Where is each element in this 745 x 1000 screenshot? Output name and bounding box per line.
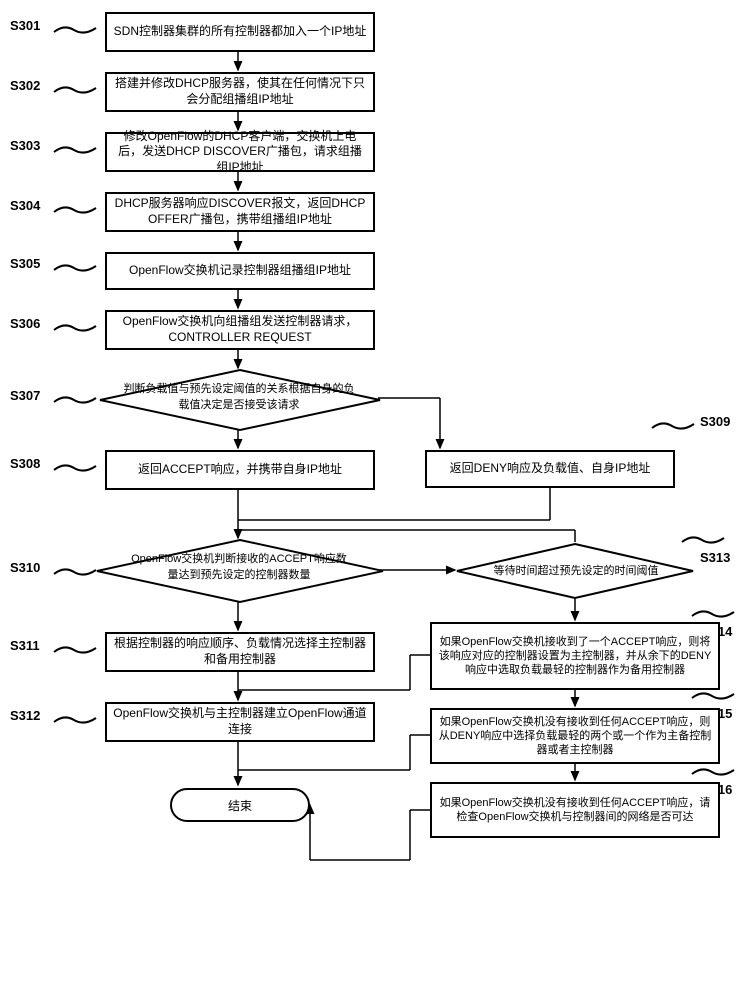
squiggle-s316 xyxy=(690,764,738,778)
step-s305: OpenFlow交换机记录控制器组播组IP地址 xyxy=(105,252,375,290)
squiggle-s314 xyxy=(690,606,738,620)
squiggle-s305 xyxy=(52,260,100,274)
step-s302: 搭建并修改DHCP服务器，使其在任何情况下只会分配组播组IP地址 xyxy=(105,72,375,112)
diamond-s307-text: 判断负载值与预先设定阈值的关系根据自身的负载值决定是否接受该请求 xyxy=(120,380,358,412)
terminator-end: 结束 xyxy=(170,788,310,822)
step-s315-text: 如果OpenFlow交换机没有接收到任何ACCEPT响应，则从DENY响应中选择… xyxy=(438,715,712,758)
label-s302: S302 xyxy=(10,78,40,93)
step-s306: OpenFlow交换机向组播组发送控制器请求，CONTROLLER REQUES… xyxy=(105,310,375,350)
step-s303: 修改OpenFlow的DHCP客户端，交换机上电后，发送DHCP DISCOVE… xyxy=(105,132,375,172)
flowchart-container: S301 SDN控制器集群的所有控制器都加入一个IP地址 S302 搭建并修改D… xyxy=(10,10,735,990)
label-s310: S310 xyxy=(10,560,40,575)
step-s315: 如果OpenFlow交换机没有接收到任何ACCEPT响应，则从DENY响应中选择… xyxy=(430,708,720,764)
label-s309: S309 xyxy=(700,414,730,429)
squiggle-s315 xyxy=(690,688,738,702)
squiggle-s304 xyxy=(52,202,100,216)
step-s311-text: 根据控制器的响应顺序、负载情况选择主控制器和备用控制器 xyxy=(113,636,367,667)
end-text: 结束 xyxy=(228,797,252,814)
label-s303: S303 xyxy=(10,138,40,153)
step-s301-text: SDN控制器集群的所有控制器都加入一个IP地址 xyxy=(114,24,367,40)
label-s307: S307 xyxy=(10,388,40,403)
squiggle-s308 xyxy=(52,460,100,474)
label-s306: S306 xyxy=(10,316,40,331)
step-s301: SDN控制器集群的所有控制器都加入一个IP地址 xyxy=(105,12,375,52)
step-s303-text: 修改OpenFlow的DHCP客户端，交换机上电后，发送DHCP DISCOVE… xyxy=(113,129,367,176)
step-s309-text: 返回DENY响应及负载值、自身IP地址 xyxy=(450,461,651,477)
step-s308: 返回ACCEPT响应，并携带自身IP地址 xyxy=(105,450,375,490)
step-s304-text: DHCP服务器响应DISCOVER报文，返回DHCP OFFER广播包，携带组播… xyxy=(113,196,367,227)
label-s305: S305 xyxy=(10,256,40,271)
label-s313: S313 xyxy=(700,550,730,565)
squiggle-s307 xyxy=(52,392,100,406)
squiggle-s312 xyxy=(52,712,100,726)
step-s314-text: 如果OpenFlow交换机接收到了一个ACCEPT响应，则将该响应对应的控制器设… xyxy=(438,635,712,678)
label-s304: S304 xyxy=(10,198,40,213)
step-s309: 返回DENY响应及负载值、自身IP地址 xyxy=(425,450,675,488)
step-s306-text: OpenFlow交换机向组播组发送控制器请求，CONTROLLER REQUES… xyxy=(113,314,367,345)
label-s301: S301 xyxy=(10,18,40,33)
step-s314: 如果OpenFlow交换机接收到了一个ACCEPT响应，则将该响应对应的控制器设… xyxy=(430,622,720,690)
step-s305-text: OpenFlow交换机记录控制器组播组IP地址 xyxy=(129,263,351,279)
squiggle-s311 xyxy=(52,642,100,656)
squiggle-s309 xyxy=(650,418,698,432)
label-s308: S308 xyxy=(10,456,40,471)
squiggle-s301 xyxy=(52,22,100,36)
label-s311: S311 xyxy=(10,638,40,653)
step-s302-text: 搭建并修改DHCP服务器，使其在任何情况下只会分配组播组IP地址 xyxy=(113,76,367,107)
step-s316: 如果OpenFlow交换机没有接收到任何ACCEPT响应，请检查OpenFlow… xyxy=(430,782,720,838)
squiggle-s306 xyxy=(52,320,100,334)
step-s304: DHCP服务器响应DISCOVER报文，返回DHCP OFFER广播包，携带组播… xyxy=(105,192,375,232)
step-s311: 根据控制器的响应顺序、负载情况选择主控制器和备用控制器 xyxy=(105,632,375,672)
label-s312: S312 xyxy=(10,708,40,723)
step-s308-text: 返回ACCEPT响应，并携带自身IP地址 xyxy=(138,462,342,478)
step-s316-text: 如果OpenFlow交换机没有接收到任何ACCEPT响应，请检查OpenFlow… xyxy=(438,796,712,825)
step-s312: OpenFlow交换机与主控制器建立OpenFlow通道连接 xyxy=(105,702,375,742)
squiggle-s303 xyxy=(52,142,100,156)
squiggle-s302 xyxy=(52,82,100,96)
squiggle-s310 xyxy=(52,564,100,578)
step-s312-text: OpenFlow交换机与主控制器建立OpenFlow通道连接 xyxy=(113,706,367,737)
diamond-s313-text: 等待时间超过预先设定的时间阈值 xyxy=(490,562,662,578)
diamond-s310-text: OpenFlow交换机判断接收的ACCEPT响应数量达到预先设定的控制器数量 xyxy=(128,550,350,582)
